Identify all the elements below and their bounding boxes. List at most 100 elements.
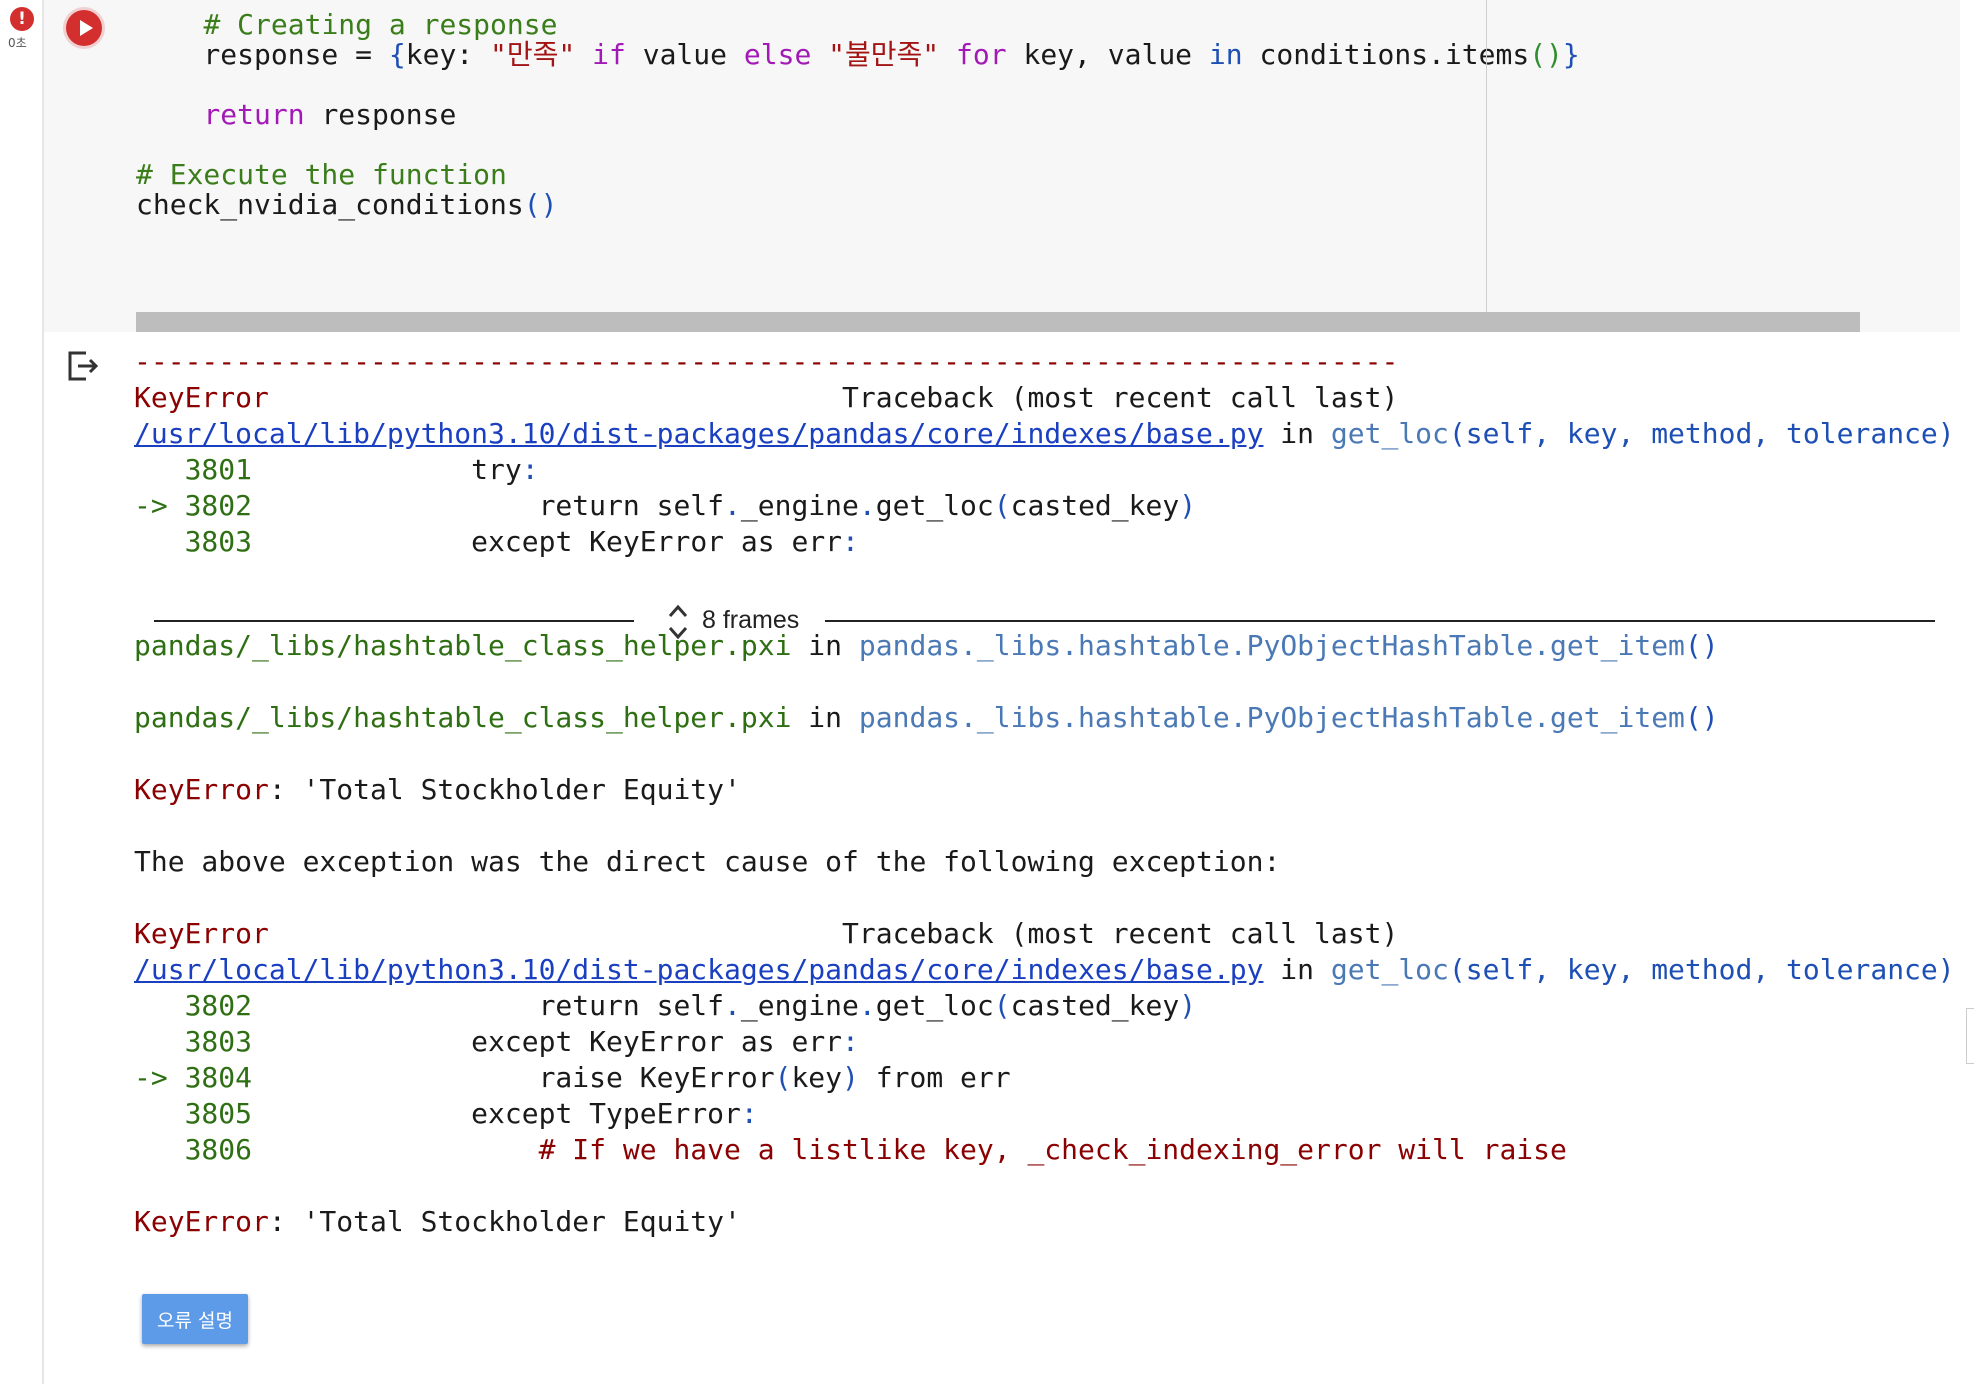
code-token: . bbox=[858, 989, 876, 1022]
code-token: check_nvidia_conditions bbox=[136, 188, 524, 221]
code-token: ( bbox=[1448, 953, 1466, 986]
code-token: -> 3804 bbox=[134, 1061, 539, 1094]
code-token: ) bbox=[1179, 489, 1197, 522]
code-token: Traceback (most recent call last) bbox=[268, 381, 1399, 414]
code-token: as bbox=[740, 525, 775, 558]
code-token[interactable]: /usr/local/lib/python3.10/dist-packages/… bbox=[134, 417, 1263, 450]
code-token: try bbox=[471, 453, 522, 486]
code-token: response = bbox=[136, 38, 389, 71]
code-token: self bbox=[639, 489, 725, 522]
code-token: return bbox=[538, 489, 640, 522]
code-token: KeyError bbox=[134, 917, 269, 950]
code-token: ) bbox=[1937, 953, 1955, 986]
code-token: ) bbox=[1937, 417, 1955, 450]
output-action-icon[interactable] bbox=[66, 349, 100, 383]
output-line: 3805 except TypeError: bbox=[134, 1096, 1955, 1132]
code-token: self, key, method, tolerance bbox=[1465, 953, 1938, 986]
code-token: key, value bbox=[1006, 38, 1209, 71]
horizontal-scrollbar[interactable] bbox=[136, 312, 1860, 332]
code-token: () bbox=[1529, 38, 1563, 71]
code-editor[interactable]: # Creating a response response = {key: "… bbox=[136, 6, 1580, 221]
output-line: 3801 try: bbox=[134, 452, 1955, 488]
explain-error-button[interactable]: 오류 설명 bbox=[142, 1294, 248, 1344]
output-line: 3803 except KeyError as err: bbox=[134, 1024, 1955, 1060]
resize-handle[interactable] bbox=[1966, 1008, 1974, 1064]
code-token: in bbox=[1263, 417, 1331, 450]
code-token: : bbox=[521, 453, 539, 486]
output-line: KeyError Traceback (most recent call las… bbox=[134, 380, 1955, 416]
output-line: The above exception was the direct cause… bbox=[134, 844, 1955, 880]
output-line: pandas/_libs/hashtable_class_helper.pxi … bbox=[134, 700, 1955, 736]
code-token: ( bbox=[1448, 417, 1466, 450]
code-token: key: bbox=[405, 38, 491, 71]
code-token: value bbox=[625, 38, 744, 71]
code-token: 3803 bbox=[134, 1025, 472, 1058]
code-token: ) bbox=[842, 1061, 859, 1094]
code-token: self bbox=[639, 989, 725, 1022]
code-token: : 'Total Stockholder Equity' bbox=[268, 773, 741, 806]
code-token: () bbox=[523, 188, 558, 221]
code-token: get_loc bbox=[875, 489, 994, 522]
output-line: KeyError: 'Total Stockholder Equity' bbox=[134, 1204, 1955, 1240]
error-output: ----------------------------------------… bbox=[134, 344, 1955, 1240]
code-token: Traceback (most recent call last) bbox=[268, 917, 1399, 950]
code-token: 3802 bbox=[134, 989, 539, 1022]
code-token: "만족" bbox=[490, 38, 576, 71]
output-line: /usr/local/lib/python3.10/dist-packages/… bbox=[134, 416, 1955, 452]
code-token: "불만족" bbox=[828, 38, 940, 71]
code-line: response = {key: "만족" if value else "불만족… bbox=[136, 36, 1579, 71]
code-token: if bbox=[592, 38, 626, 71]
code-token: TypeError bbox=[572, 1097, 741, 1130]
output-line: KeyError Traceback (most recent call las… bbox=[134, 916, 1955, 952]
output-line: 3806 # If we have a listlike key, _check… bbox=[134, 1132, 1955, 1168]
output-line: /usr/local/lib/python3.10/dist-packages/… bbox=[134, 952, 1955, 988]
code-line: # Execute the function bbox=[136, 156, 1580, 191]
code-token: as bbox=[740, 1025, 775, 1058]
code-cell[interactable]: # Creating a response response = {key: "… bbox=[44, 0, 1960, 332]
code-token: -> 3802 bbox=[134, 489, 539, 522]
code-token: get_loc bbox=[1330, 417, 1449, 450]
code-token: ) bbox=[1179, 989, 1197, 1022]
code-line: # Creating a response bbox=[136, 6, 1580, 41]
code-token: ----------------------------------------… bbox=[134, 345, 1399, 378]
code-token: KeyError bbox=[622, 1061, 775, 1094]
run-cell-button[interactable] bbox=[66, 10, 102, 46]
output-line: -> 3804 raise KeyError(key) from err bbox=[134, 1060, 1955, 1096]
code-token: return bbox=[538, 989, 640, 1022]
frames-count-label: 8 frames bbox=[702, 606, 800, 634]
code-token: ( bbox=[774, 1061, 792, 1094]
code-token: . bbox=[858, 489, 876, 522]
code-token: except bbox=[471, 1025, 573, 1058]
collapsed-frames-toggle[interactable]: 8 frames bbox=[150, 600, 1940, 640]
code-token: : bbox=[740, 1097, 758, 1130]
play-icon bbox=[79, 20, 93, 36]
code-token: . bbox=[724, 489, 741, 522]
code-token: except bbox=[471, 1097, 573, 1130]
execution-time: 0초 bbox=[8, 36, 27, 50]
code-token: get_loc bbox=[875, 989, 994, 1022]
expand-collapse-icon[interactable] bbox=[666, 602, 690, 642]
code-token[interactable]: /usr/local/lib/python3.10/dist-packages/… bbox=[134, 953, 1263, 986]
divider bbox=[825, 620, 1935, 622]
divider bbox=[154, 620, 634, 622]
code-token: return bbox=[203, 98, 305, 131]
code-token: KeyError bbox=[572, 1025, 741, 1058]
code-token: casted_key bbox=[1010, 489, 1180, 522]
code-token: for bbox=[956, 38, 1007, 71]
code-token: : 'Total Stockholder Equity' bbox=[268, 1205, 741, 1238]
output-line: ----------------------------------------… bbox=[134, 344, 1955, 380]
cell-gutter: ! 0초 bbox=[0, 0, 44, 1384]
code-token: casted_key bbox=[1010, 989, 1180, 1022]
code-token: ( bbox=[993, 489, 1011, 522]
code-token: err bbox=[943, 1061, 1011, 1094]
error-status-icon: ! bbox=[10, 7, 34, 31]
code-token: _engine bbox=[740, 489, 859, 522]
